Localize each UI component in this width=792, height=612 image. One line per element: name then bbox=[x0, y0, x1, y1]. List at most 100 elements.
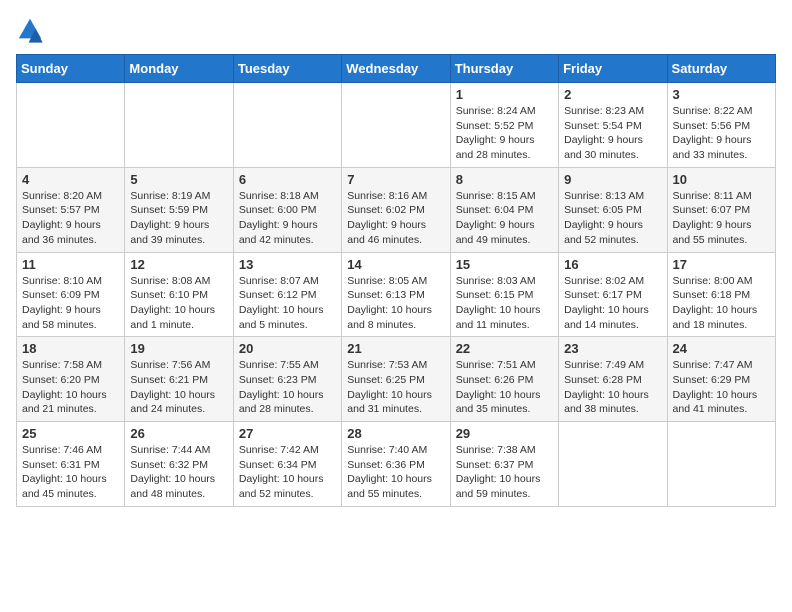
weekday-header-friday: Friday bbox=[559, 55, 667, 83]
day-info: Sunrise: 7:47 AM Sunset: 6:29 PM Dayligh… bbox=[673, 358, 770, 417]
day-info: Sunrise: 7:51 AM Sunset: 6:26 PM Dayligh… bbox=[456, 358, 553, 417]
logo-icon bbox=[16, 16, 44, 44]
day-number: 14 bbox=[347, 257, 444, 272]
day-number: 7 bbox=[347, 172, 444, 187]
day-number: 29 bbox=[456, 426, 553, 441]
day-info: Sunrise: 7:58 AM Sunset: 6:20 PM Dayligh… bbox=[22, 358, 119, 417]
day-info: Sunrise: 8:02 AM Sunset: 6:17 PM Dayligh… bbox=[564, 274, 661, 333]
day-number: 21 bbox=[347, 341, 444, 356]
day-cell: 13 Sunrise: 8:07 AM Sunset: 6:12 PM Dayli… bbox=[233, 252, 341, 337]
day-info: Sunrise: 8:05 AM Sunset: 6:13 PM Dayligh… bbox=[347, 274, 444, 333]
day-info: Sunrise: 7:56 AM Sunset: 6:21 PM Dayligh… bbox=[130, 358, 227, 417]
day-info: Sunrise: 8:19 AM Sunset: 5:59 PM Dayligh… bbox=[130, 189, 227, 248]
day-number: 15 bbox=[456, 257, 553, 272]
day-cell: 18 Sunrise: 7:58 AM Sunset: 6:20 PM Dayli… bbox=[17, 337, 125, 422]
day-cell: 12 Sunrise: 8:08 AM Sunset: 6:10 PM Dayli… bbox=[125, 252, 233, 337]
day-number: 4 bbox=[22, 172, 119, 187]
day-number: 12 bbox=[130, 257, 227, 272]
day-cell: 21Sunrise: 7:53 AM Sunset: 6:25 PM Dayli… bbox=[342, 337, 450, 422]
day-cell: 2 Sunrise: 8:23 AM Sunset: 5:54 PM Daylig… bbox=[559, 83, 667, 168]
day-number: 16 bbox=[564, 257, 661, 272]
day-number: 20 bbox=[239, 341, 336, 356]
day-number: 19 bbox=[130, 341, 227, 356]
day-number: 28 bbox=[347, 426, 444, 441]
week-row-5: 25 Sunrise: 7:46 AM Sunset: 6:31 PM Dayli… bbox=[17, 422, 776, 507]
day-number: 17 bbox=[673, 257, 770, 272]
day-cell: 22 Sunrise: 7:51 AM Sunset: 6:26 PM Dayli… bbox=[450, 337, 558, 422]
day-info: Sunrise: 7:42 AM Sunset: 6:34 PM Dayligh… bbox=[239, 443, 336, 502]
day-number: 11 bbox=[22, 257, 119, 272]
day-info: Sunrise: 7:46 AM Sunset: 6:31 PM Dayligh… bbox=[22, 443, 119, 502]
day-number: 23 bbox=[564, 341, 661, 356]
weekday-header-monday: Monday bbox=[125, 55, 233, 83]
day-number: 5 bbox=[130, 172, 227, 187]
day-cell: 27 Sunrise: 7:42 AM Sunset: 6:34 PM Dayli… bbox=[233, 422, 341, 507]
day-cell: 5 Sunrise: 8:19 AM Sunset: 5:59 PM Daylig… bbox=[125, 167, 233, 252]
day-info: Sunrise: 8:20 AM Sunset: 5:57 PM Dayligh… bbox=[22, 189, 119, 248]
day-cell: 7 Sunrise: 8:16 AM Sunset: 6:02 PM Daylig… bbox=[342, 167, 450, 252]
weekday-header-saturday: Saturday bbox=[667, 55, 775, 83]
week-row-1: 1 Sunrise: 8:24 AM Sunset: 5:52 PM Daylig… bbox=[17, 83, 776, 168]
weekday-header-wednesday: Wednesday bbox=[342, 55, 450, 83]
day-cell: 17 Sunrise: 8:00 AM Sunset: 6:18 PM Dayli… bbox=[667, 252, 775, 337]
day-info: Sunrise: 8:11 AM Sunset: 6:07 PM Dayligh… bbox=[673, 189, 770, 248]
day-number: 13 bbox=[239, 257, 336, 272]
day-info: Sunrise: 8:23 AM Sunset: 5:54 PM Dayligh… bbox=[564, 104, 661, 163]
day-cell: 14 Sunrise: 8:05 AM Sunset: 6:13 PM Dayli… bbox=[342, 252, 450, 337]
day-info: Sunrise: 8:13 AM Sunset: 6:05 PM Dayligh… bbox=[564, 189, 661, 248]
day-cell bbox=[17, 83, 125, 168]
day-number: 3 bbox=[673, 87, 770, 102]
day-number: 26 bbox=[130, 426, 227, 441]
day-cell bbox=[125, 83, 233, 168]
logo bbox=[16, 16, 46, 44]
day-number: 9 bbox=[564, 172, 661, 187]
day-cell: 23 Sunrise: 7:49 AM Sunset: 6:28 PM Dayli… bbox=[559, 337, 667, 422]
day-cell: 28 Sunrise: 7:40 AM Sunset: 6:36 PM Dayli… bbox=[342, 422, 450, 507]
day-cell: 9 Sunrise: 8:13 AM Sunset: 6:05 PM Daylig… bbox=[559, 167, 667, 252]
day-number: 27 bbox=[239, 426, 336, 441]
day-number: 2 bbox=[564, 87, 661, 102]
day-info: Sunrise: 8:07 AM Sunset: 6:12 PM Dayligh… bbox=[239, 274, 336, 333]
day-info: Sunrise: 8:22 AM Sunset: 5:56 PM Dayligh… bbox=[673, 104, 770, 163]
day-cell: 6Sunrise: 8:18 AM Sunset: 6:00 PM Daylig… bbox=[233, 167, 341, 252]
day-number: 8 bbox=[456, 172, 553, 187]
day-cell: 19 Sunrise: 7:56 AM Sunset: 6:21 PM Dayli… bbox=[125, 337, 233, 422]
day-cell: 4 Sunrise: 8:20 AM Sunset: 5:57 PM Daylig… bbox=[17, 167, 125, 252]
day-cell: 8Sunrise: 8:15 AM Sunset: 6:04 PM Daylig… bbox=[450, 167, 558, 252]
day-number: 10 bbox=[673, 172, 770, 187]
day-cell: 16 Sunrise: 8:02 AM Sunset: 6:17 PM Dayli… bbox=[559, 252, 667, 337]
day-info: Sunrise: 8:10 AM Sunset: 6:09 PM Dayligh… bbox=[22, 274, 119, 333]
day-info: Sunrise: 8:16 AM Sunset: 6:02 PM Dayligh… bbox=[347, 189, 444, 248]
day-info: Sunrise: 8:18 AM Sunset: 6:00 PM Dayligh… bbox=[239, 189, 336, 248]
day-cell: 26 Sunrise: 7:44 AM Sunset: 6:32 PM Dayli… bbox=[125, 422, 233, 507]
day-cell bbox=[233, 83, 341, 168]
day-cell bbox=[667, 422, 775, 507]
day-cell: 15Sunrise: 8:03 AM Sunset: 6:15 PM Dayli… bbox=[450, 252, 558, 337]
day-info: Sunrise: 8:00 AM Sunset: 6:18 PM Dayligh… bbox=[673, 274, 770, 333]
day-cell bbox=[342, 83, 450, 168]
weekday-header-sunday: Sunday bbox=[17, 55, 125, 83]
day-number: 24 bbox=[673, 341, 770, 356]
day-info: Sunrise: 8:08 AM Sunset: 6:10 PM Dayligh… bbox=[130, 274, 227, 333]
weekday-header-tuesday: Tuesday bbox=[233, 55, 341, 83]
day-cell: 24 Sunrise: 7:47 AM Sunset: 6:29 PM Dayli… bbox=[667, 337, 775, 422]
day-info: Sunrise: 8:24 AM Sunset: 5:52 PM Dayligh… bbox=[456, 104, 553, 163]
day-cell: 10 Sunrise: 8:11 AM Sunset: 6:07 PM Dayli… bbox=[667, 167, 775, 252]
day-cell: 11 Sunrise: 8:10 AM Sunset: 6:09 PM Dayli… bbox=[17, 252, 125, 337]
day-info: Sunrise: 7:40 AM Sunset: 6:36 PM Dayligh… bbox=[347, 443, 444, 502]
day-cell: 1 Sunrise: 8:24 AM Sunset: 5:52 PM Daylig… bbox=[450, 83, 558, 168]
week-row-4: 18 Sunrise: 7:58 AM Sunset: 6:20 PM Dayli… bbox=[17, 337, 776, 422]
weekday-header-row: SundayMondayTuesdayWednesdayThursdayFrid… bbox=[17, 55, 776, 83]
day-info: Sunrise: 7:38 AM Sunset: 6:37 PM Dayligh… bbox=[456, 443, 553, 502]
page-header bbox=[16, 16, 776, 44]
day-info: Sunrise: 7:44 AM Sunset: 6:32 PM Dayligh… bbox=[130, 443, 227, 502]
day-info: Sunrise: 7:55 AM Sunset: 6:23 PM Dayligh… bbox=[239, 358, 336, 417]
day-cell bbox=[559, 422, 667, 507]
day-number: 18 bbox=[22, 341, 119, 356]
day-number: 22 bbox=[456, 341, 553, 356]
day-info: Sunrise: 7:49 AM Sunset: 6:28 PM Dayligh… bbox=[564, 358, 661, 417]
weekday-header-thursday: Thursday bbox=[450, 55, 558, 83]
day-number: 1 bbox=[456, 87, 553, 102]
week-row-2: 4 Sunrise: 8:20 AM Sunset: 5:57 PM Daylig… bbox=[17, 167, 776, 252]
day-number: 25 bbox=[22, 426, 119, 441]
